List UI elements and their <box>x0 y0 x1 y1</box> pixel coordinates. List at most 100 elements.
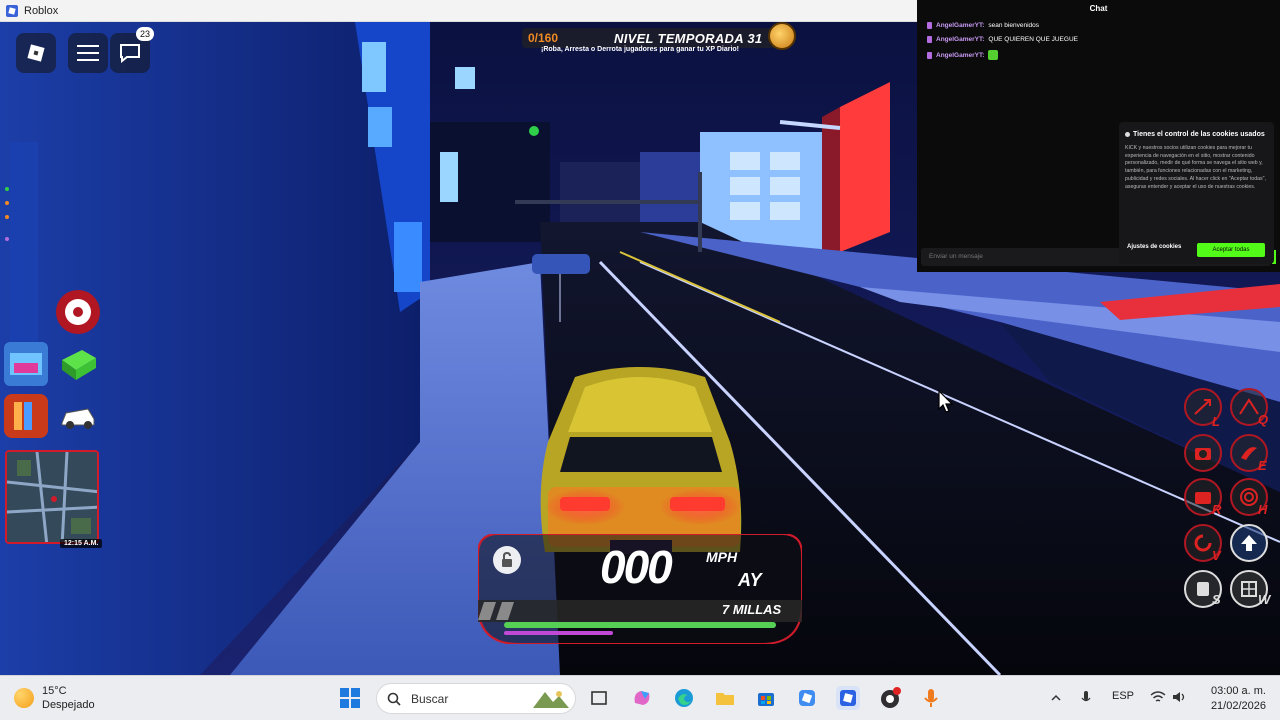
gear-icon <box>65 299 91 325</box>
roblox-home-button[interactable] <box>16 33 56 73</box>
chat-username[interactable]: AngelGamerYT: <box>936 22 984 29</box>
game-clock: 12:15 A.M. <box>60 539 103 548</box>
key-l-label: L <box>1212 414 1220 429</box>
key-r-label: R <box>1212 502 1222 517</box>
chat-bubble-icon <box>120 44 140 63</box>
weather-condition: Despejado <box>42 699 95 711</box>
cookie-title: Tienes el control de las cookies usados <box>1125 130 1268 139</box>
cookie-accept-button[interactable]: Aceptar todas <box>1197 243 1265 257</box>
vehicle-spawn-button[interactable] <box>56 394 100 438</box>
search-icon <box>387 692 401 706</box>
window-title: Roblox <box>24 4 59 17</box>
mouse-cursor-icon <box>938 390 954 413</box>
nitro-bar <box>504 631 613 635</box>
cookie-text: KICK y nuestros socios utilizan cookies … <box>1125 145 1266 190</box>
weather-widget[interactable]: 15°C Despejado <box>14 684 95 712</box>
vehicle-plate: AY <box>738 570 762 590</box>
copilot-icon <box>634 691 650 705</box>
user-badge-icon <box>927 36 932 43</box>
garage-button[interactable] <box>4 342 48 386</box>
task-view-button[interactable] <box>587 686 611 710</box>
edge-app[interactable] <box>672 686 696 710</box>
roblox-icon <box>27 44 45 62</box>
hamburger-icon <box>77 45 99 61</box>
desktop: Roblox 23 0/160 NIVEL TEMPORADA 31 ¡Roba… <box>0 0 1280 720</box>
xp-hint: ¡Roba, Arresta o Derrota jugadores para … <box>541 46 739 53</box>
clock-date: 21/02/2026 <box>1210 700 1266 712</box>
chat-text: QUE QUIEREN QUE JUEGUE <box>988 36 1078 43</box>
chat-unread-badge: 23 <box>136 27 154 41</box>
obs-app[interactable] <box>878 686 902 710</box>
distance-readout: 7 MILLAS <box>722 602 782 617</box>
file-explorer-app[interactable] <box>713 686 737 710</box>
chat-toggle-button[interactable]: 23 <box>110 27 154 73</box>
menu-button[interactable] <box>68 33 108 73</box>
task-view-icon <box>591 691 607 705</box>
chat-username[interactable]: AngelGamerYT: <box>936 52 984 59</box>
spike-icon <box>1239 398 1259 415</box>
chat-username[interactable]: AngelGamerYT: <box>936 36 984 43</box>
rotate-icon <box>1194 534 1212 552</box>
folder-icon <box>716 693 734 705</box>
key-s-label: S <box>1212 592 1221 607</box>
key-h-label: H <box>1258 502 1268 517</box>
status-dot-icon <box>5 187 9 191</box>
cookie-settings-button[interactable]: Ajustes de cookies <box>1127 244 1181 250</box>
fuel-bar <box>504 622 776 628</box>
camera-button[interactable] <box>1184 434 1222 472</box>
clock-time: 03:00 a. m. <box>1210 685 1266 697</box>
player-car <box>540 367 742 554</box>
chat-message: AngelGamerYT: <box>927 50 999 60</box>
settings-button[interactable] <box>56 290 100 334</box>
team-button[interactable] <box>4 394 48 438</box>
copilot-app[interactable] <box>630 686 654 710</box>
taskbar-search[interactable]: Buscar <box>376 683 576 714</box>
key-v-label: V <box>1212 548 1221 563</box>
search-highlight-icon <box>533 690 569 708</box>
chat-message: AngelGamerYT: QUE QUIEREN QUE JUEGUE <box>927 36 1078 43</box>
seat-icon <box>1197 582 1209 596</box>
camera-icon <box>1195 448 1211 460</box>
roblox-icon <box>840 690 856 706</box>
user-badge-icon <box>927 22 932 29</box>
window-titlebar[interactable]: Roblox <box>0 0 917 22</box>
emote-icon <box>988 50 999 60</box>
minimap[interactable] <box>5 450 99 544</box>
store-app[interactable] <box>754 686 778 710</box>
microphone-icon <box>924 689 938 707</box>
status-dot-icon <box>5 237 9 241</box>
chat-text: sean bienvenidos <box>988 22 1040 29</box>
start-button[interactable] <box>338 686 362 710</box>
car-icon <box>61 408 95 429</box>
microphone-app[interactable] <box>919 686 943 710</box>
moon-weather-icon <box>14 688 34 708</box>
radar-icon <box>1240 488 1258 506</box>
weather-temperature: 15°C <box>42 685 67 697</box>
speaker-icon[interactable] <box>1172 690 1188 704</box>
season-level-label: NIVEL TEMPORADA 31 <box>614 30 763 46</box>
vehicle-lock-button[interactable] <box>493 546 521 574</box>
microphone-tray-icon[interactable] <box>1080 690 1092 706</box>
windows-taskbar: 15°C Despejado Buscar ESP 03:00 a. m. 21… <box>0 675 1280 720</box>
roblox-app[interactable] <box>836 686 860 710</box>
user-badge-icon <box>927 51 932 59</box>
jump-button[interactable] <box>1230 524 1268 562</box>
radio-icon <box>1195 492 1211 504</box>
store-icon <box>758 693 774 706</box>
input-language[interactable]: ESP <box>1112 690 1134 702</box>
speed-unit: MPH <box>706 549 738 565</box>
studio-app[interactable] <box>795 686 819 710</box>
wing-icon <box>1241 447 1257 460</box>
edge-icon <box>675 689 693 707</box>
unlock-icon <box>502 552 512 567</box>
arrow-up-icon <box>1241 535 1257 551</box>
key-q-label: Q <box>1258 412 1269 427</box>
system-clock[interactable]: 03:00 a. m. 21/02/2026 <box>1198 684 1266 714</box>
status-dot-icon <box>5 215 9 219</box>
xp-progress: 0/160 <box>528 31 559 45</box>
cash-button[interactable] <box>56 342 100 386</box>
chevron-up-icon[interactable] <box>1050 692 1062 704</box>
wifi-icon[interactable] <box>1150 690 1166 704</box>
cookie-consent-dialog: Tienes el control de las cookies usados … <box>1119 122 1274 264</box>
season-reward-icon[interactable] <box>768 22 796 50</box>
